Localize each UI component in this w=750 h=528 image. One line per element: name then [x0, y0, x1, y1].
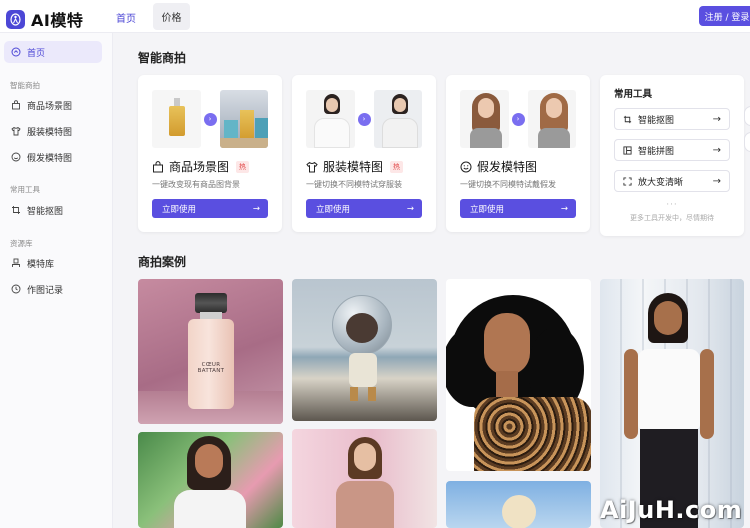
use-now-button[interactable]: 立即使用 →: [152, 199, 268, 218]
smile-icon: [460, 161, 472, 172]
arrow-right-icon: →: [712, 113, 721, 125]
sidebar-item-product-scene[interactable]: 商品场景图: [4, 94, 102, 116]
card-preview: ›: [306, 90, 422, 148]
case-image-curly-hair[interactable]: [446, 279, 591, 471]
tool-upscale[interactable]: 放大变清晰 →: [614, 170, 730, 192]
case-image-perfume[interactable]: CŒUR BATTANT: [138, 279, 283, 424]
sidebar-item-wig-model[interactable]: 假发模特图: [4, 146, 102, 168]
arrow-right-icon: →: [712, 175, 721, 187]
smile-icon: [11, 152, 21, 162]
tools-title: 常用工具: [614, 89, 653, 100]
card-title: 假发模特图: [477, 160, 538, 174]
sidebar-group-title: 智能商拍: [10, 81, 40, 90]
card-preview: ›: [152, 90, 268, 148]
shirt-icon: [306, 161, 318, 172]
bag-icon: [153, 160, 163, 172]
card-preview: ›: [460, 90, 576, 148]
sidebar-item-label: 智能抠图: [27, 206, 64, 217]
clock-icon: [11, 284, 21, 294]
bag-icon: [12, 100, 20, 110]
perfume-label: CŒUR BATTANT: [197, 362, 225, 374]
use-now-button[interactable]: 立即使用 →: [460, 199, 576, 218]
arrow-right-icon: ›: [357, 112, 371, 126]
tools-panel: 常用工具 智能抠图 → 智能拼图 → 放大变清晰 → ··· 更多工具开发中，尽…: [600, 75, 744, 236]
nav-price[interactable]: 价格: [153, 3, 190, 30]
case-image-woman-pink[interactable]: [292, 429, 437, 528]
sidebar-item-label: 假发模特图: [27, 153, 73, 164]
sidebar-item-label: 服装模特图: [27, 127, 73, 138]
hot-badge: 热: [236, 160, 250, 173]
sidebar-item-clothing-model[interactable]: 服装模特图: [4, 120, 102, 142]
before-image: [152, 90, 201, 148]
card-clothing-model[interactable]: › 服装模特图 热 一键切换不同模特试穿服装 立即使用 →: [292, 75, 436, 232]
card-title: 服装模特图: [323, 160, 384, 174]
arrow-right-icon: →: [560, 203, 568, 214]
crop-icon: [623, 115, 632, 123]
before-image: [306, 90, 355, 148]
watermark: AiJuH.com: [600, 496, 743, 524]
case-image-woman-garden[interactable]: [138, 432, 283, 528]
logo-text: AI模特: [31, 11, 84, 30]
card-description: 一键切换不同模特试戴假发: [460, 180, 556, 189]
more-ellipsis: ···: [666, 200, 678, 210]
before-image: [460, 90, 509, 148]
login-button[interactable]: 注册 / 登录: [699, 6, 750, 26]
tool-smart-cutout[interactable]: 智能抠图 →: [614, 108, 730, 130]
after-image: [527, 90, 576, 148]
sidebar-group-title: 常用工具: [10, 185, 40, 194]
carousel-next-button[interactable]: [744, 106, 750, 126]
sidebar-item-label: 商品场景图: [27, 101, 73, 112]
layout-icon: [623, 145, 632, 155]
model-icon: [12, 258, 20, 267]
section-title-cases: 商拍案例: [138, 255, 187, 269]
shirt-icon: [11, 126, 21, 136]
use-now-button[interactable]: 立即使用 →: [306, 199, 422, 218]
top-bar: AI模特 首页 价格 注册 / 登录: [0, 0, 750, 33]
home-icon: [11, 47, 21, 57]
sidebar-item-model-library[interactable]: 模特库: [4, 252, 102, 274]
tool-smart-collage[interactable]: 智能拼图 →: [614, 139, 730, 161]
case-image-woman-window[interactable]: [600, 279, 744, 528]
card-wig-model[interactable]: › 假发模特图 一键切换不同模特试戴假发 立即使用 →: [446, 75, 590, 232]
arrow-right-icon: ›: [511, 112, 525, 126]
crop-icon: [12, 206, 20, 214]
sidebar-group-title: 资源库: [10, 239, 33, 248]
logo[interactable]: AI模特: [6, 7, 83, 31]
after-image: [219, 90, 268, 148]
section-title-smart-shoot: 智能商拍: [138, 51, 187, 65]
card-product-scene[interactable]: › 商品场景图 热 一键改变现有商品图背景 立即使用 →: [138, 75, 282, 232]
sidebar-item-label: 模特库: [27, 259, 55, 270]
arrow-right-icon: ›: [203, 112, 217, 126]
after-image: [373, 90, 422, 148]
arrow-right-icon: →: [252, 203, 260, 214]
sidebar-item-home[interactable]: 首页: [4, 41, 102, 63]
more-tools-note: 更多工具开发中，尽情期待: [630, 214, 714, 222]
arrow-right-icon: →: [712, 144, 721, 156]
nav-home[interactable]: 首页: [116, 10, 136, 25]
sidebar: 首页 智能商拍 商品场景图 服装模特图 假发模特图 常用工具 智能抠图 资源库 …: [0, 33, 113, 528]
hot-badge: 热: [390, 160, 404, 173]
sidebar-item-label: 作图记录: [27, 285, 64, 296]
expand-icon: [623, 176, 632, 186]
arrow-right-icon: →: [406, 203, 414, 214]
sidebar-item-smart-cutout[interactable]: 智能抠图: [4, 199, 102, 221]
card-description: 一键切换不同模特试穿服装: [306, 180, 402, 189]
sidebar-item-history[interactable]: 作图记录: [4, 278, 102, 300]
logo-icon: [6, 9, 25, 29]
card-description: 一键改变现有商品图背景: [152, 180, 240, 189]
case-image-toy[interactable]: [292, 279, 437, 421]
case-image-woman-sky[interactable]: [446, 481, 591, 528]
carousel-next-button[interactable]: [744, 132, 750, 152]
sidebar-item-label: 首页: [27, 48, 46, 59]
card-title: 商品场景图: [169, 160, 230, 174]
